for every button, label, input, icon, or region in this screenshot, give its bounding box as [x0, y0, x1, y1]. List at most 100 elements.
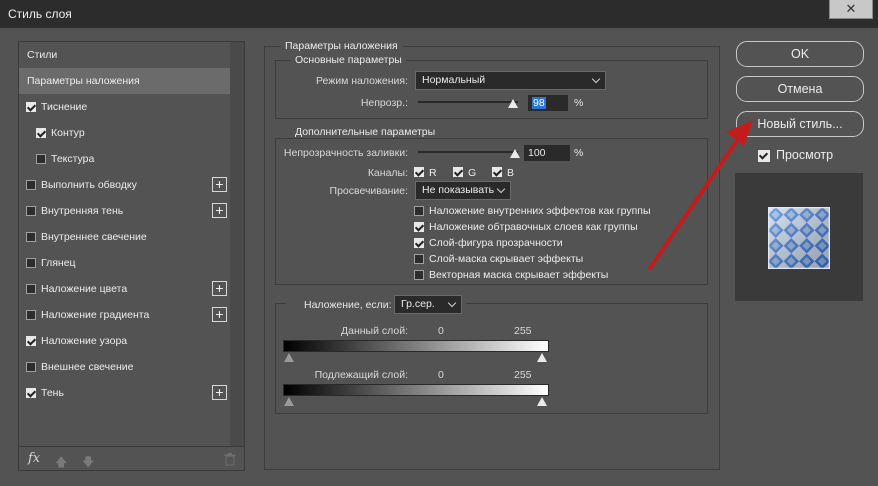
sidebar-item-label: Наложение градиента [41, 309, 150, 321]
add-color-overlay-icon[interactable]: + [212, 281, 227, 296]
sidebar-footer: fx 🡅 🡇 [19, 446, 244, 470]
blend-mode-select[interactable]: Нормальный [415, 71, 606, 90]
knockout-value: Не показывать [422, 184, 495, 196]
vector-mask-hides-checkbox[interactable] [414, 270, 424, 280]
underlying-gradient[interactable] [283, 384, 549, 396]
red-arrow-annotation [648, 120, 753, 270]
this-layer-white-thumb[interactable] [537, 353, 547, 362]
sidebar-item-label: Тиснение [41, 101, 88, 113]
sidebar-item-label: Выполнить обводку [41, 179, 137, 191]
sidebar-item-satin[interactable]: Глянец [19, 250, 230, 276]
fill-opacity-label: Непрозрачность заливки: [283, 147, 408, 159]
color-overlay-checkbox[interactable] [26, 284, 36, 294]
bevel-checkbox[interactable] [26, 102, 36, 112]
transparency-shapes-checkbox[interactable] [414, 238, 424, 248]
chevron-down-icon [447, 298, 457, 308]
blend-if-value: Гр.сер. [401, 298, 435, 310]
opacity-percent: % [574, 97, 584, 109]
outer-glow-checkbox[interactable] [26, 362, 36, 372]
sidebar-item-blending-options[interactable]: Параметры наложения [19, 68, 230, 94]
sidebar-item-label: Параметры наложения [27, 75, 140, 87]
sidebar-item-gradient-overlay[interactable]: Наложение градиента + [19, 302, 230, 328]
blend-clipped-checkbox[interactable] [414, 222, 424, 232]
sidebar-item-color-overlay[interactable]: Наложение цвета + [19, 276, 230, 302]
advanced-params-title: Дополнительные параметры [291, 126, 440, 138]
this-layer-min: 0 [438, 325, 444, 337]
knockout-label: Просвечивание: [329, 185, 408, 197]
sidebar-item-contour[interactable]: Контур [19, 120, 230, 146]
blend-mode-label: Режим наложения: [315, 75, 408, 87]
chevron-down-icon [496, 184, 506, 194]
underlying-black-thumb[interactable] [284, 397, 294, 406]
title-bar [0, 0, 878, 28]
add-gradient-overlay-icon[interactable]: + [212, 307, 227, 322]
trash-icon[interactable] [224, 453, 236, 466]
sidebar-item-stroke[interactable]: Выполнить обводку + [19, 172, 230, 198]
blending-section-title: Параметры наложения [281, 40, 402, 52]
channel-b-checkbox[interactable] [492, 167, 502, 177]
channel-r-checkbox[interactable] [414, 167, 424, 177]
sidebar-item-bevel[interactable]: Тиснение [19, 94, 230, 120]
drop-shadow-checkbox[interactable] [26, 388, 36, 398]
channel-g-checkbox[interactable] [453, 167, 463, 177]
blend-interior-checkbox[interactable] [414, 206, 424, 216]
add-inner-shadow-icon[interactable]: + [212, 203, 227, 218]
sidebar-scrollbar[interactable] [230, 42, 244, 446]
layer-mask-hides-checkbox[interactable] [414, 254, 424, 264]
inner-shadow-checkbox[interactable] [26, 206, 36, 216]
sidebar-item-label: Глянец [41, 257, 76, 269]
styles-list: Стили Параметры наложения Тиснение Конту… [19, 42, 230, 446]
texture-checkbox[interactable] [36, 154, 46, 164]
blend-mode-value: Нормальный [422, 74, 486, 86]
pattern-preview-swatch [768, 207, 830, 269]
blend-if-label: Наложение, если: [304, 299, 392, 311]
layer-mask-hides-label: Слой-маска скрывает эффекты [429, 253, 584, 265]
fill-percent: % [574, 147, 584, 159]
add-stroke-icon[interactable]: + [212, 177, 227, 192]
sidebar-header[interactable]: Стили [19, 42, 230, 68]
inner-glow-checkbox[interactable] [26, 232, 36, 242]
blend-if-select[interactable]: Гр.сер. [394, 295, 462, 314]
sidebar-item-outer-glow[interactable]: Внешнее свечение [19, 354, 230, 380]
blend-clipped-label: Наложение обтравочных слоев как группы [429, 221, 638, 233]
this-layer-gradient[interactable] [283, 340, 549, 352]
chevron-down-icon [591, 74, 601, 84]
move-down-icon[interactable]: 🡇 [82, 453, 94, 474]
blend-if-group [275, 303, 708, 414]
underlying-white-thumb[interactable] [537, 397, 547, 406]
opacity-slider-thumb[interactable] [508, 99, 518, 108]
add-drop-shadow-icon[interactable]: + [212, 385, 227, 400]
close-button[interactable]: ✕ [829, 0, 873, 19]
channels-label: Каналы: [367, 167, 408, 179]
sidebar-item-pattern-overlay[interactable]: Наложение узора [19, 328, 230, 354]
channel-b-label: B [507, 167, 515, 179]
fill-slider-thumb[interactable] [510, 149, 520, 158]
fill-opacity-input[interactable]: 100 [524, 145, 570, 161]
sidebar-item-label: Тень [41, 387, 64, 399]
this-layer-label: Данный слой: [341, 325, 408, 337]
this-layer-black-thumb[interactable] [284, 353, 294, 362]
knockout-select[interactable]: Не показывать [415, 181, 511, 200]
opacity-input[interactable]: 98 [528, 95, 568, 111]
this-layer-max: 255 [514, 325, 532, 337]
fill-slider-track[interactable] [418, 151, 518, 153]
sidebar-item-label: Внешнее свечение [41, 361, 134, 373]
sidebar-item-inner-glow[interactable]: Внутреннее свечение [19, 224, 230, 250]
sidebar-item-label: Внутренняя тень [41, 205, 124, 217]
preview-label: Просмотр [776, 148, 834, 162]
opacity-slider-track[interactable] [418, 101, 518, 103]
move-up-icon[interactable]: 🡅 [55, 453, 67, 474]
gradient-overlay-checkbox[interactable] [26, 310, 36, 320]
stroke-checkbox[interactable] [26, 180, 36, 190]
sidebar-item-inner-shadow[interactable]: Внутренняя тень + [19, 198, 230, 224]
opacity-value: 98 [532, 97, 546, 109]
satin-checkbox[interactable] [26, 258, 36, 268]
opacity-label: Непрозр.: [360, 97, 408, 109]
sidebar-item-drop-shadow[interactable]: Тень + [19, 380, 230, 406]
contour-checkbox[interactable] [36, 128, 46, 138]
fx-icon[interactable]: fx [28, 451, 40, 466]
ok-button[interactable]: OK [736, 41, 864, 67]
sidebar-item-texture[interactable]: Текстура [19, 146, 230, 172]
cancel-button[interactable]: Отмена [736, 76, 864, 102]
pattern-overlay-checkbox[interactable] [26, 336, 36, 346]
